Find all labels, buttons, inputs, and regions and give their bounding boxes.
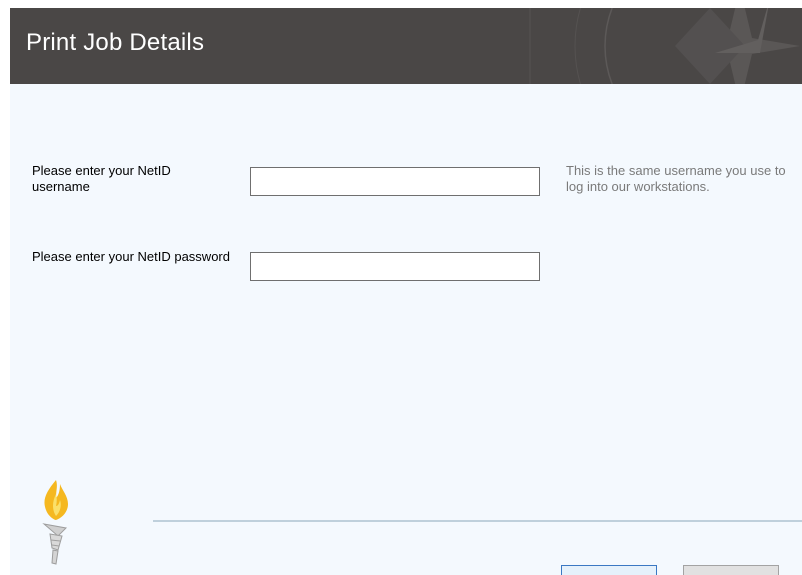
print-job-dialog: Print Job Details Please enter your NetI… <box>10 8 802 575</box>
footer-separator <box>153 520 802 522</box>
password-label: Please enter your NetID password <box>32 249 230 264</box>
torch-logo-icon <box>42 480 68 565</box>
username-label: Please enter your NetID username <box>32 163 171 194</box>
cancel-button[interactable]: Cancel <box>683 565 779 575</box>
print-button[interactable]: Print <box>561 565 657 575</box>
username-input[interactable] <box>250 167 540 196</box>
password-input[interactable] <box>250 252 540 281</box>
username-hint: This is the same username you use to log… <box>566 163 786 194</box>
dialog-header: Print Job Details <box>10 8 802 84</box>
dialog-title: Print Job Details <box>26 29 205 56</box>
